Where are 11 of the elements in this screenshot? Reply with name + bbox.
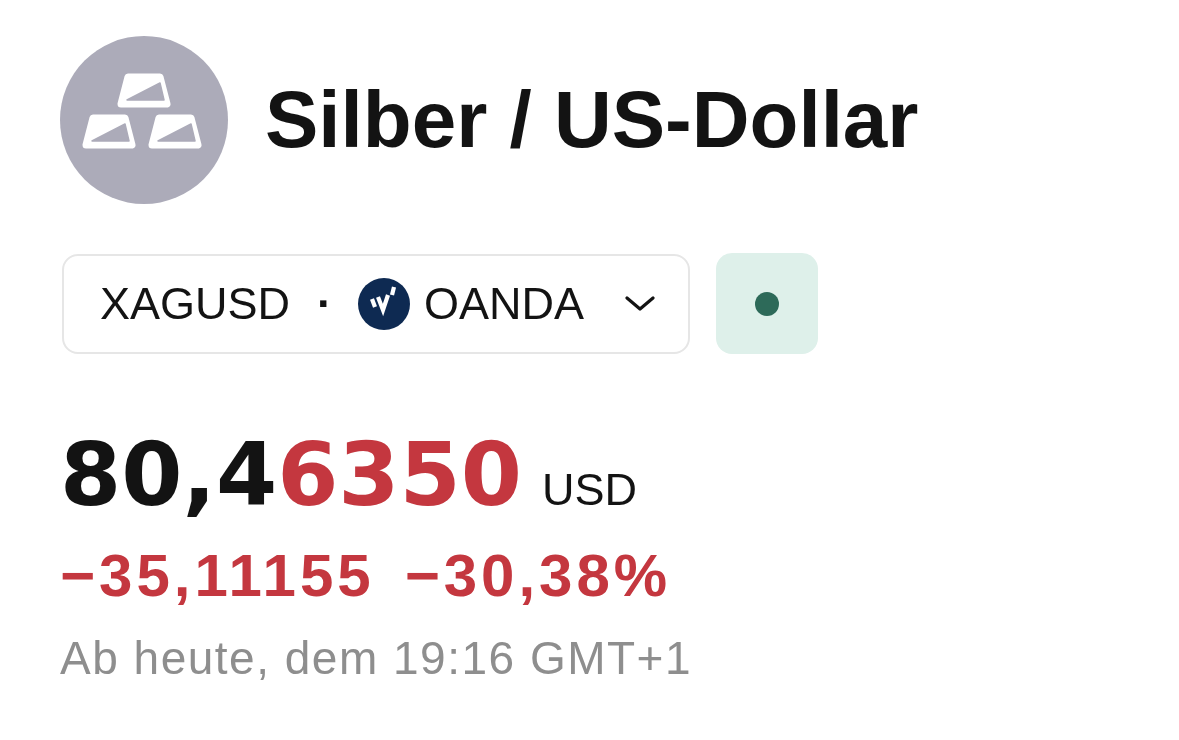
price-value: 80,46350 bbox=[60, 431, 523, 519]
market-status-button[interactable] bbox=[716, 253, 818, 354]
change-percent: −30,38% bbox=[404, 546, 672, 606]
symbol-selector[interactable]: XAGUSD · OANDA bbox=[62, 253, 690, 354]
chevron-down-icon bbox=[625, 295, 655, 312]
timestamp-text: Ab heute, dem 19:16 GMT+1 bbox=[60, 635, 693, 681]
instrument-title: Silber / US-Dollar bbox=[265, 80, 919, 160]
ingot-stack-icon bbox=[60, 36, 228, 204]
change-value: −35,11155 bbox=[60, 546, 375, 606]
logo-icon bbox=[358, 277, 411, 330]
currency-label: USD bbox=[542, 467, 638, 512]
